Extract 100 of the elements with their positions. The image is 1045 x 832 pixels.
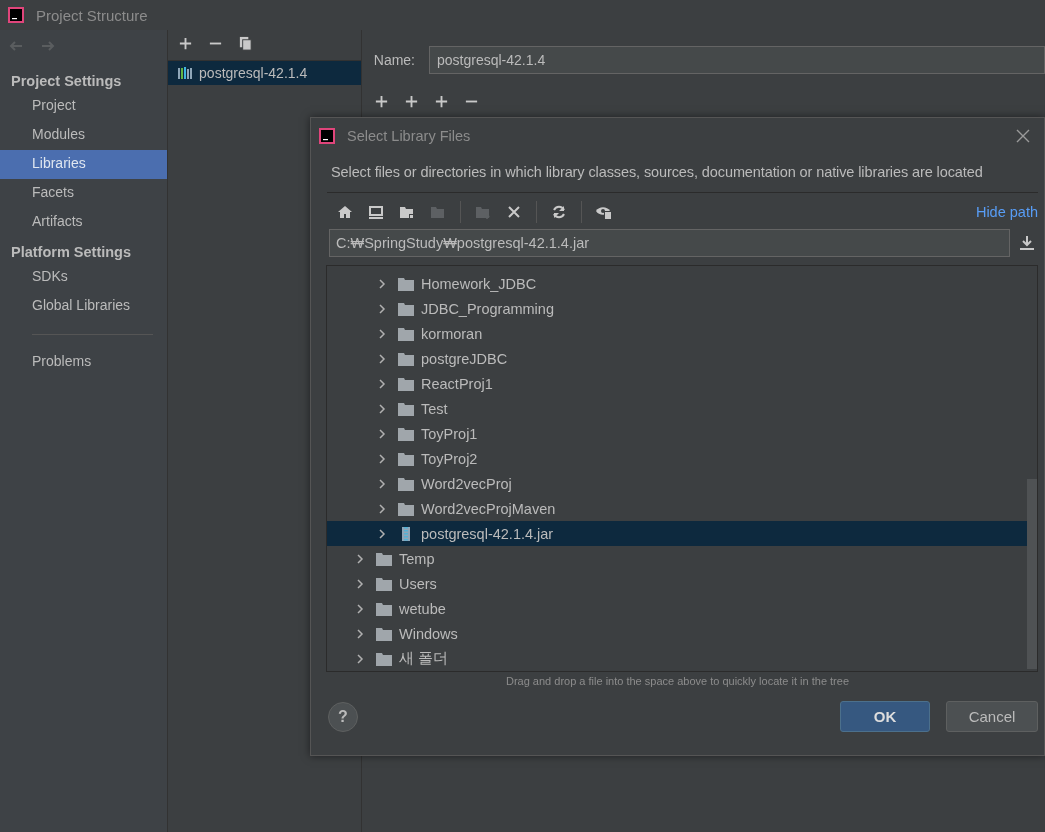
tree-row[interactable]: wetube [327, 596, 1027, 621]
sidebar-item[interactable]: Modules [0, 121, 168, 150]
tree-row[interactable]: kormoran [327, 321, 1027, 346]
tree-item-label: Test [421, 400, 448, 417]
folder-icon [375, 575, 393, 592]
sidebar-item[interactable]: Artifacts [0, 208, 168, 237]
sidebar-item[interactable]: SDKs [0, 263, 168, 292]
window-title: Project Structure [36, 6, 148, 24]
tree-row[interactable]: Homework_JDBC [327, 271, 1027, 296]
chevron-icon[interactable] [355, 653, 365, 664]
folder-icon [397, 350, 415, 367]
refresh-icon[interactable] [550, 204, 568, 220]
add-icon[interactable] [433, 94, 449, 109]
chevron-icon[interactable] [355, 553, 365, 564]
hide-path-link[interactable]: Hide path [975, 204, 1038, 220]
tree-row[interactable]: 새 폴더 [327, 646, 1027, 671]
home-icon[interactable] [336, 204, 354, 220]
sidebar-item[interactable]: Libraries [0, 150, 168, 179]
sidebar-item[interactable]: Problems [0, 348, 168, 377]
chevron-icon[interactable] [355, 628, 365, 639]
tree-item-label: postgreJDBC [421, 350, 508, 367]
chevron-icon[interactable] [377, 353, 387, 364]
folder-icon [397, 500, 415, 517]
tree-row[interactable]: JDBC_Programming [327, 296, 1027, 321]
app-logo-icon [8, 7, 24, 23]
tree-row[interactable]: ReactProj1 [327, 371, 1027, 396]
folder-icon [397, 375, 415, 392]
app-logo-icon [319, 128, 335, 144]
chevron-icon[interactable] [377, 528, 387, 539]
folder-icon [397, 475, 415, 492]
copy-icon[interactable] [238, 36, 254, 51]
tree-row[interactable]: Word2vecProj [327, 471, 1027, 496]
folder-icon [397, 450, 415, 467]
tree-item-label: postgresql-42.1.4.jar [421, 525, 554, 542]
add-icon[interactable] [373, 94, 389, 109]
folder-icon [375, 650, 393, 667]
chevron-icon[interactable] [377, 503, 387, 514]
dialog-title: Select Library Files [347, 128, 471, 144]
folder-icon [397, 325, 415, 342]
tree-item-label: kormoran [421, 325, 483, 342]
scrollbar-thumb[interactable] [1027, 479, 1037, 669]
ok-button[interactable]: OK [840, 701, 930, 732]
download-icon[interactable] [1019, 235, 1035, 251]
folder-icon [375, 550, 393, 567]
chevron-icon[interactable] [377, 278, 387, 289]
tree-item-label: Word2vecProjMaven [421, 500, 556, 517]
delete-icon[interactable] [505, 204, 523, 220]
folder-icon [429, 204, 447, 220]
tree-row[interactable]: Users [327, 571, 1027, 596]
tree-row[interactable]: Test [327, 396, 1027, 421]
chevron-icon[interactable] [355, 603, 365, 614]
tree-row[interactable]: Word2vecProjMaven [327, 496, 1027, 521]
library-name: postgresql-42.1.4 [199, 65, 308, 81]
new-folder-icon [474, 204, 492, 220]
tree-item-label: Word2vecProj [421, 475, 512, 492]
dialog-description: Select files or directories in which library classes, sources, documentation or native libraries are located [330, 163, 984, 180]
hint-text: Drag and drop a file into the space above to quickly locate it in the tree [504, 674, 850, 687]
path-field[interactable]: C:₩SpringStudy₩postgresql-42.1.4.jar [329, 229, 1010, 257]
folder-icon [375, 625, 393, 642]
help-button[interactable]: ? [328, 701, 358, 732]
section-heading: Platform Settings [10, 243, 133, 262]
chevron-icon[interactable] [377, 303, 387, 314]
chevron-icon[interactable] [377, 428, 387, 439]
tree-item-label: Windows [399, 625, 458, 642]
add-icon[interactable] [403, 94, 419, 109]
desktop-icon[interactable] [367, 204, 385, 220]
folder-icon [397, 300, 415, 317]
folder-icon [397, 400, 415, 417]
sidebar-item[interactable]: Global Libraries [0, 292, 168, 321]
section-heading: Project Settings [10, 72, 123, 91]
close-icon[interactable] [1016, 129, 1030, 143]
chevron-icon[interactable] [377, 478, 387, 489]
chevron-icon[interactable] [377, 378, 387, 389]
add-icon[interactable] [178, 36, 194, 51]
tree-row[interactable]: postgresql-42.1.4.jar [327, 521, 1027, 546]
tree-item-label: ToyProj2 [421, 450, 478, 467]
tree-row[interactable]: postgreJDBC [327, 346, 1027, 371]
tree-row[interactable]: Temp [327, 546, 1027, 571]
tree-item-label: JDBC_Programming [421, 300, 554, 317]
tree-item-label: ReactProj1 [421, 375, 493, 392]
sidebar-item[interactable]: Project [0, 92, 168, 121]
tree-item-label: 새 폴더 [399, 649, 449, 668]
library-item[interactable]: postgresql-42.1.4 [168, 61, 361, 85]
sidebar-item[interactable]: Facets [0, 179, 168, 208]
chevron-icon[interactable] [377, 328, 387, 339]
tree-row[interactable]: ToyProj2 [327, 446, 1027, 471]
tree-item-label: Users [399, 575, 437, 592]
folder-icon [397, 425, 415, 442]
tree-row[interactable]: Windows [327, 621, 1027, 646]
chevron-icon[interactable] [377, 453, 387, 464]
chevron-icon[interactable] [377, 403, 387, 414]
tree-item-label: wetube [399, 600, 446, 617]
folder-icon[interactable] [398, 204, 416, 220]
cancel-button[interactable]: Cancel [946, 701, 1038, 732]
tree-row[interactable]: ToyProj1 [327, 421, 1027, 446]
name-field[interactable]: postgresql-42.1.4 [429, 46, 1045, 74]
show-hidden-icon[interactable] [595, 204, 613, 220]
tree-item-label: Temp [399, 550, 435, 567]
tree-item-label: ToyProj1 [421, 425, 478, 442]
chevron-icon[interactable] [355, 578, 365, 589]
